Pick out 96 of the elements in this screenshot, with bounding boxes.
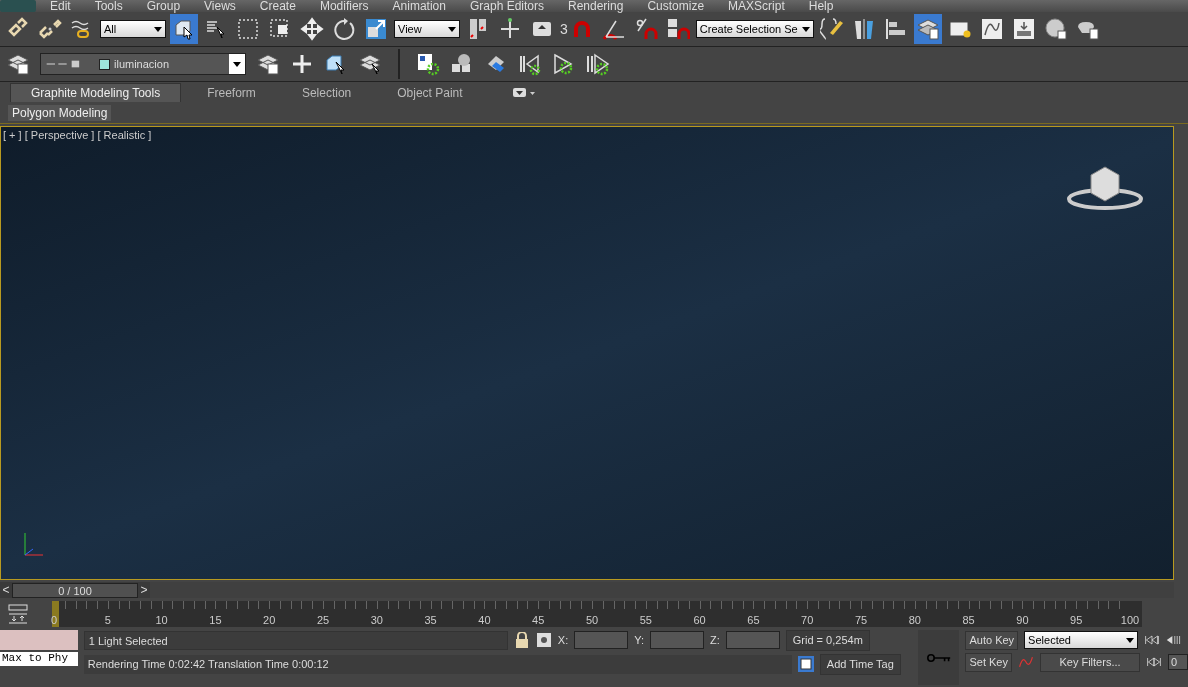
layers-icon (915, 17, 940, 41)
toolbar-button[interactable] (913, 14, 942, 44)
move-icon (300, 17, 324, 41)
frame-number: 100 (1120, 614, 1140, 626)
coordinate-label: Z: (710, 634, 720, 646)
menu-item[interactable]: Modifiers (319, 0, 369, 12)
dropdown[interactable]: View (394, 20, 460, 38)
track-bar[interactable]: 0 5 10 15 20 25 30 35 40 45 50 55 60 65 70 75 80 85 90 95 100 (52, 601, 1142, 627)
object-properties-icon[interactable] (416, 52, 440, 76)
caret-icon (233, 61, 241, 67)
lock-icon[interactable] (513, 632, 530, 648)
toolbar-button[interactable] (170, 14, 198, 44)
frame-number: 65 (747, 614, 760, 626)
dropdown[interactable]: All (100, 20, 166, 38)
grid-size: Grid = 0,254m (785, 629, 870, 651)
coordinate-label: Y: (634, 634, 644, 646)
ribbon-options-icon[interactable] (512, 88, 537, 98)
set-key-button[interactable]: Set Key (965, 652, 1012, 672)
time-tag-icon[interactable] (797, 656, 814, 672)
caret-icon (1126, 637, 1135, 643)
scale-icon (364, 17, 388, 41)
layers-icon[interactable] (6, 52, 30, 76)
frame-number: 60 (693, 614, 706, 626)
frame-number: 5 (104, 614, 111, 626)
step-icon[interactable] (586, 52, 610, 76)
menu-item[interactable]: Views (204, 0, 236, 12)
unlink-icon (38, 17, 62, 41)
frame-number: 10 (155, 614, 168, 626)
frame-number: 85 (962, 614, 975, 626)
current-frame-marker (52, 601, 59, 627)
layer-manager-icon[interactable] (256, 52, 280, 76)
time-slider-thumb[interactable]: < 0 / 100 > (0, 582, 150, 598)
ribbon-tab[interactable]: Selection (281, 84, 372, 102)
previous-frame-button[interactable]: < (0, 583, 12, 597)
frame-number: 15 (209, 614, 222, 626)
ribbon-tab[interactable]: Object Paint (377, 84, 483, 102)
menu-item[interactable]: MAXScript (728, 0, 785, 12)
menu-item[interactable]: Tools (94, 0, 123, 12)
frame-number: 45 (532, 614, 545, 626)
frame-number: 20 (263, 614, 276, 626)
frame-number: 0 (50, 614, 58, 626)
rewind-icon[interactable] (518, 52, 542, 76)
next-frame-button[interactable]: > (138, 583, 150, 597)
caret-icon (154, 26, 162, 32)
viewport-label[interactable]: [ + ] [ Perspective ] [ Realistic ] (3, 129, 152, 141)
frame-number: 80 (908, 614, 921, 626)
menu-item[interactable]: Rendering (568, 0, 624, 12)
menu-item[interactable]: Create (259, 0, 296, 12)
x-coordinate-field[interactable] (574, 631, 629, 649)
spinner-snap-icon (665, 17, 690, 41)
menu-item[interactable]: Animation (392, 0, 446, 12)
curve-editor-icon (979, 17, 1004, 41)
menu-item[interactable]: Graph Editors (469, 0, 544, 12)
frame-number: 40 (478, 614, 491, 626)
current-frame-readout: 0 / 100 (12, 582, 138, 598)
current-frame-field[interactable]: 0 (1168, 654, 1188, 670)
manipulate-icon (498, 17, 522, 41)
layer-dropdown[interactable]: iluminacion (40, 53, 246, 75)
frame-step-icon[interactable] (1146, 654, 1162, 670)
frame-number: 35 (424, 614, 437, 626)
align-icon (883, 17, 908, 41)
frame-number: 75 (854, 614, 868, 626)
key-mode-dropdown[interactable]: Selected (1024, 631, 1139, 649)
listener-input[interactable]: Max to Phy (0, 652, 78, 666)
menu-item[interactable]: Customize (647, 0, 705, 12)
frame-number: 30 (370, 614, 383, 626)
ribbon-panel-tab[interactable]: Polygon Modeling (8, 104, 112, 121)
time-slider[interactable]: < 0 / 100 > (0, 582, 1174, 598)
frame-number: 70 (801, 614, 814, 626)
frame-number: 50 (585, 614, 599, 626)
rectangle-selection-icon (236, 17, 260, 41)
z-coordinate-field[interactable] (725, 631, 780, 649)
frame-number: 90 (1016, 614, 1029, 626)
caret-icon (801, 26, 810, 32)
rotate-icon (332, 17, 356, 41)
ribbon-tab[interactable]: Freeform (187, 84, 276, 102)
frame-number: 55 (639, 614, 652, 626)
add-time-tag-button[interactable]: Add Time Tag (819, 653, 901, 675)
y-coordinate-field[interactable] (650, 631, 704, 649)
coordinate-label: X: (557, 634, 569, 646)
snap-toggle-label[interactable]: 3 (560, 21, 568, 37)
selection-status: 1 Light Selected (83, 630, 508, 650)
frame-number: 25 (316, 614, 330, 626)
frame-number: 95 (1070, 614, 1083, 626)
menu-item[interactable]: Group (146, 0, 181, 12)
add-icon[interactable] (290, 52, 314, 76)
edit-named-selection-icon (819, 17, 844, 41)
menu-item[interactable]: Help (808, 0, 834, 12)
menu-item[interactable]: Edit (50, 0, 71, 12)
dropdown[interactable]: Create Selection Se (695, 20, 814, 38)
set-current-layer-icon[interactable] (358, 52, 382, 76)
go-to-start-icon[interactable] (1144, 632, 1161, 648)
caret-icon (448, 26, 456, 32)
auto-key-button[interactable]: Auto Key (965, 630, 1019, 650)
key-filters-button[interactable]: Key Filters... (1040, 652, 1140, 672)
ribbon-tab[interactable]: Graphite Modeling Tools (10, 83, 182, 102)
